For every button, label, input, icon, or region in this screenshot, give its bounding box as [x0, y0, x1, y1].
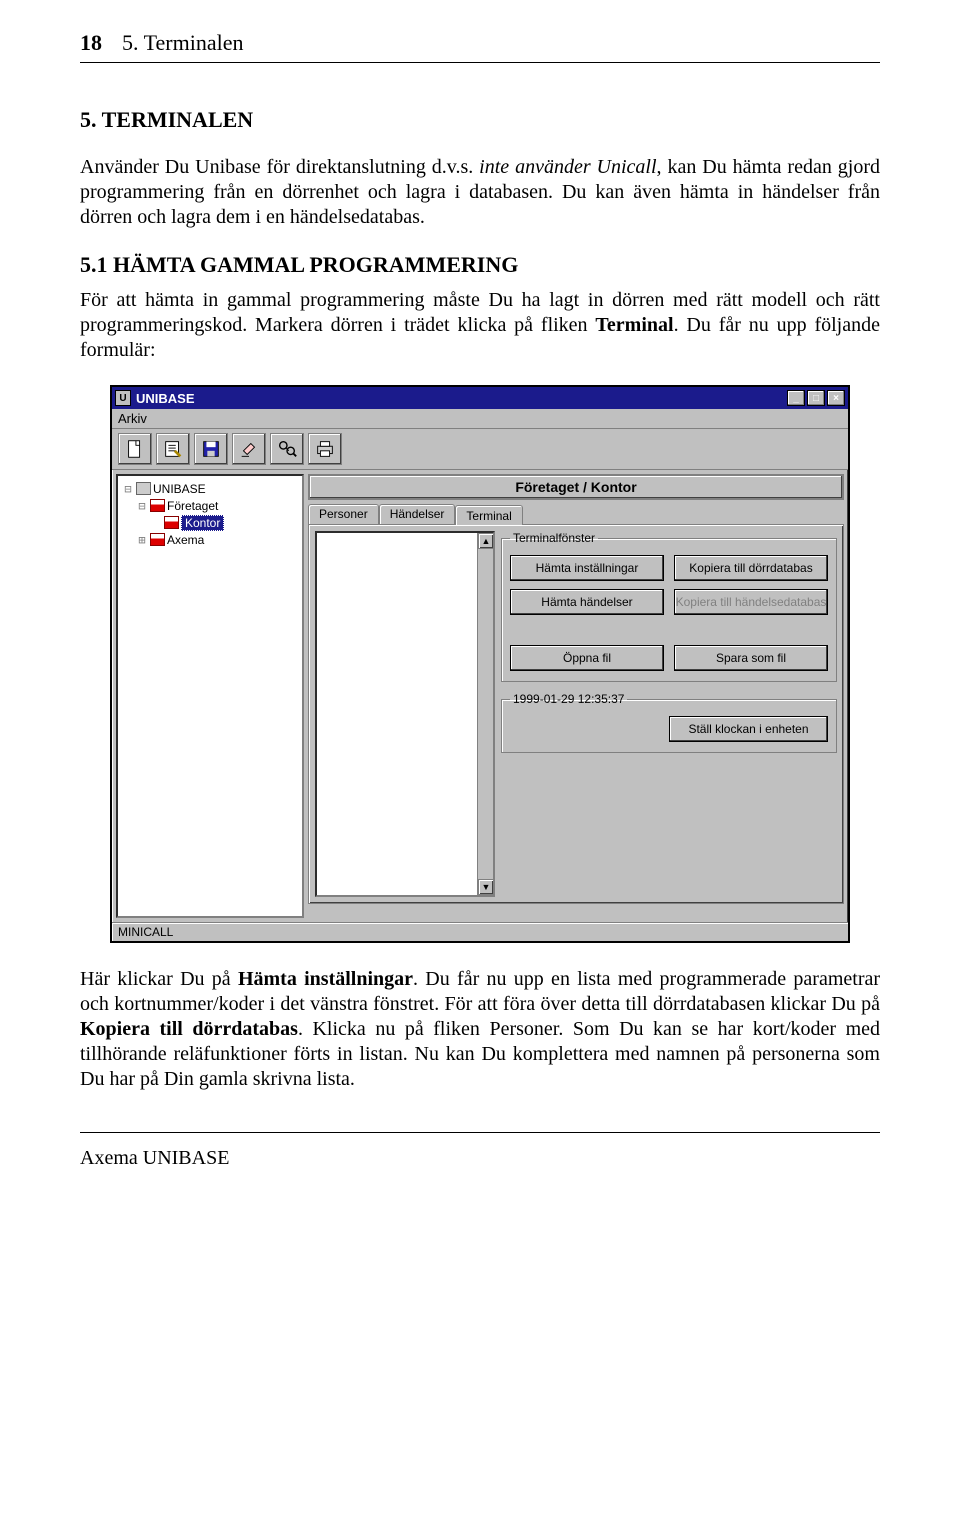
folder-icon [164, 516, 179, 529]
bold-term: Kopiera till dörrdatabas [80, 1018, 298, 1040]
search-icon[interactable] [270, 433, 304, 465]
tree-node-company[interactable]: ⊟Företaget [122, 497, 300, 514]
tree-root[interactable]: ⊟UNIBASE [122, 480, 300, 497]
oppna-fil-button[interactable]: Öppna fil [510, 645, 664, 671]
tree-node-office[interactable]: Kontor [122, 514, 300, 531]
folder-icon [150, 533, 165, 546]
group-legend: Terminalfönster [510, 531, 598, 545]
status-text: MINICALL [118, 925, 173, 939]
tree-node-axema[interactable]: ⊞Axema [122, 531, 300, 548]
intro-paragraph: Använder Du Unibase för direktanslutning… [80, 155, 880, 230]
titlebar[interactable]: U UNIBASE _ □ × [112, 387, 848, 409]
stall-klockan-button[interactable]: Ställ klockan i enheten [669, 716, 828, 742]
header-rule [80, 62, 880, 63]
tab-handelser[interactable]: Händelser [379, 504, 456, 524]
hamta-handelser-button[interactable]: Hämta händelser [510, 589, 664, 615]
app-icon: U [115, 390, 131, 406]
tab-terminal[interactable]: Terminal [455, 505, 522, 525]
maximize-button[interactable]: □ [807, 390, 825, 406]
tabs: Personer Händelser Terminal [308, 504, 844, 524]
subheading: 5.1 HÄMTA GAMMAL PROGRAMMERING [80, 252, 880, 278]
emphasis: inte använder Unicall [479, 156, 656, 178]
erase-icon[interactable] [232, 433, 266, 465]
tab-panel: ▲ ▼ Terminalfönster Hämta inställningar … [308, 524, 844, 904]
save-icon[interactable] [194, 433, 228, 465]
tree-view[interactable]: ⊟UNIBASE ⊟Företaget Kontor ⊞Axema [116, 474, 304, 918]
app-window: U UNIBASE _ □ × Arkiv ⊟UNIBASE ⊟Företage… [110, 385, 850, 943]
toolbar [112, 429, 848, 470]
page-header: 18 5. Terminalen [80, 30, 880, 56]
listbox[interactable]: ▲ ▼ [315, 531, 495, 897]
kopiera-dorrdatabas-button[interactable]: Kopiera till dörrdatabas [674, 555, 828, 581]
footer-text: Axema UNIBASE [80, 1147, 880, 1170]
window-title: UNIBASE [136, 391, 787, 406]
edit-icon[interactable] [156, 433, 190, 465]
group-clock: 1999-01-29 12:35:37 Ställ klockan i enhe… [501, 692, 837, 753]
tree-label-selected: Kontor [181, 515, 224, 531]
spara-som-fil-button[interactable]: Spara som fil [674, 645, 828, 671]
scroll-up-icon[interactable]: ▲ [478, 533, 494, 549]
group-terminal: Terminalfönster Hämta inställningar Kopi… [501, 531, 837, 682]
footer-rule [80, 1132, 880, 1133]
menu-file[interactable]: Arkiv [118, 411, 147, 426]
scroll-down-icon[interactable]: ▼ [478, 879, 494, 895]
tree-label: Företaget [167, 499, 218, 513]
chapter-heading: 5. TERMINALEN [80, 107, 880, 133]
statusbar: MINICALL [112, 922, 848, 941]
panel-title: Företaget / Kontor [308, 474, 844, 500]
page-number: 18 [80, 30, 102, 56]
clock-legend: 1999-01-29 12:35:37 [510, 692, 627, 706]
scrollbar[interactable]: ▲ ▼ [477, 533, 493, 895]
kopiera-handelsedatabas-button: Kopiera till händelsedatabas [674, 589, 828, 615]
text: Här klickar Du på [80, 968, 238, 990]
folder-icon [150, 499, 165, 512]
database-icon [136, 482, 151, 495]
section-name: 5. Terminalen [122, 30, 243, 56]
tree-label: Axema [167, 533, 204, 547]
tab-personer[interactable]: Personer [308, 504, 379, 524]
close-button[interactable]: × [827, 390, 845, 406]
instruction-paragraph: För att hämta in gammal programmering må… [80, 288, 880, 363]
tree-label: UNIBASE [153, 482, 206, 496]
hamta-installningar-button[interactable]: Hämta inställningar [510, 555, 664, 581]
print-icon[interactable] [308, 433, 342, 465]
bold-term: Hämta inställningar [238, 968, 413, 990]
bold-term: Terminal [595, 314, 673, 336]
menubar: Arkiv [112, 409, 848, 429]
result-paragraph: Här klickar Du på Hämta inställningar. D… [80, 967, 880, 1092]
new-icon[interactable] [118, 433, 152, 465]
text: Använder Du Unibase för direktanslutning… [80, 156, 479, 178]
minimize-button[interactable]: _ [787, 390, 805, 406]
